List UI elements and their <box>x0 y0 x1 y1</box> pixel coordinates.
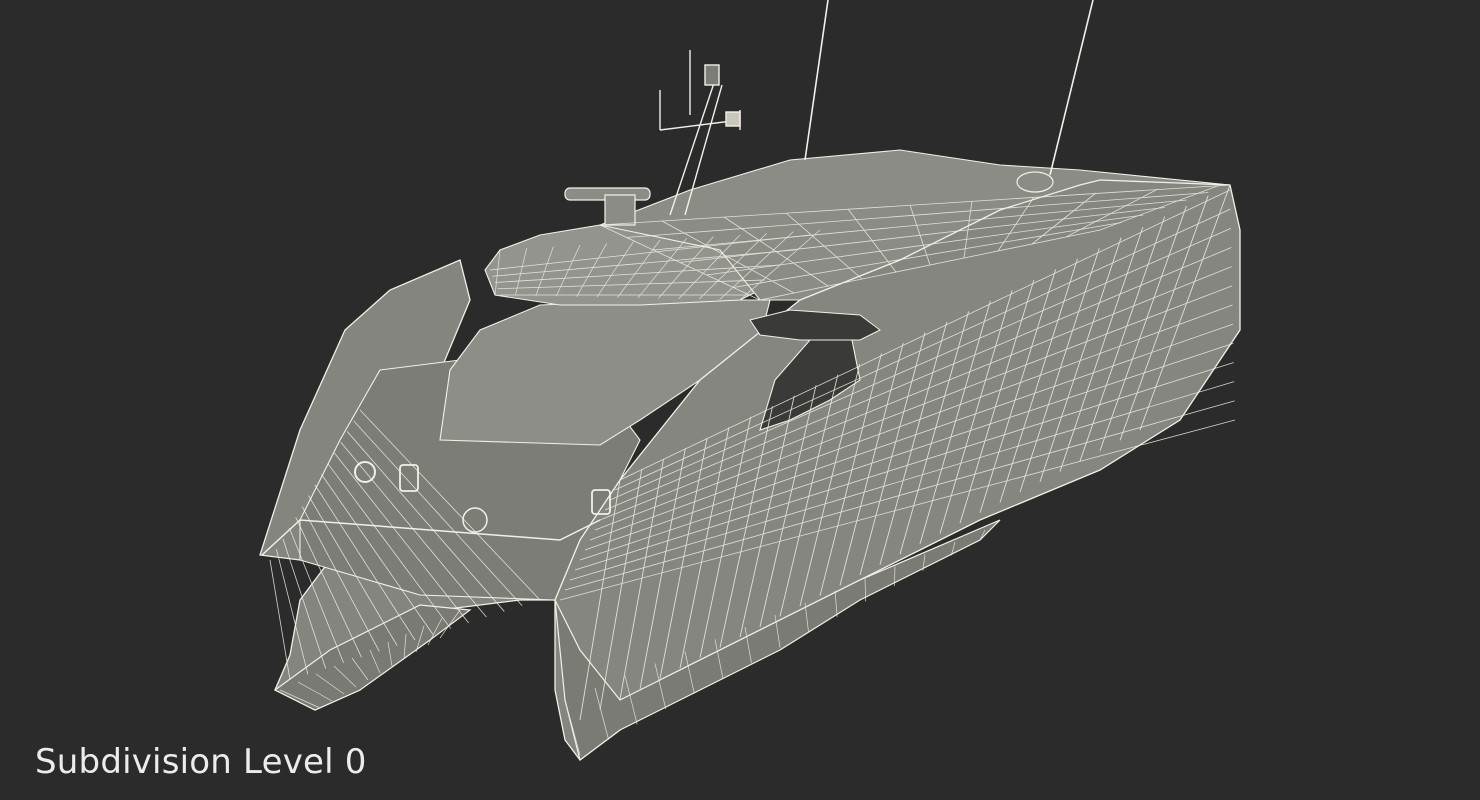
antenna-right <box>1049 0 1094 176</box>
antenna-left <box>804 0 829 161</box>
winch <box>462 507 488 533</box>
subdivision-level-caption: Subdivision Level 0 <box>35 742 367 782</box>
catamaran-wireframe-render <box>259 0 1241 762</box>
3d-viewport: Subdivision Level 0 <box>0 0 1480 800</box>
mesh-edge <box>269 559 291 681</box>
radar-dome <box>1016 171 1054 193</box>
